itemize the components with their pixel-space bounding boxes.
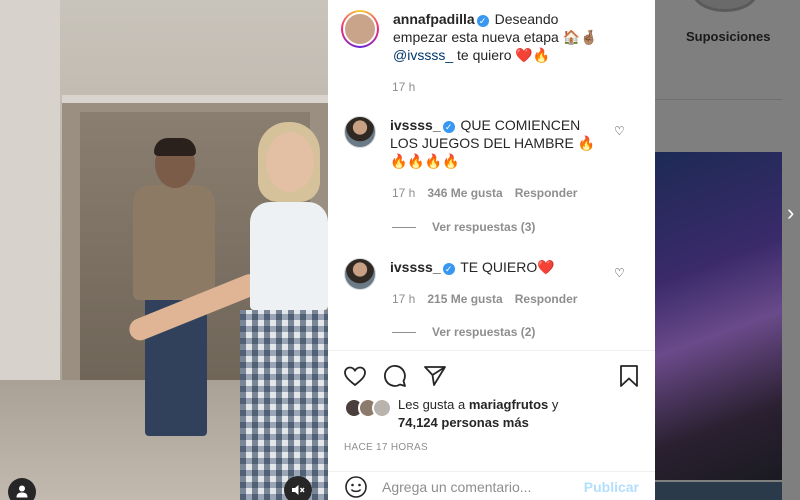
liker-username[interactable]: mariagfrutos <box>469 397 548 412</box>
comment-item: ivssss_ ✓ QUE COMIENCEN LOS JUEGOS DEL HA… <box>344 116 600 170</box>
comment-meta: 17 h 346 Me gusta Responder <box>392 186 577 200</box>
chevron-right-icon[interactable]: › <box>787 200 794 226</box>
comment-input[interactable] <box>382 478 584 495</box>
reply-button[interactable]: Responder <box>515 186 578 200</box>
post-thumbnail[interactable] <box>655 482 782 500</box>
verified-badge-icon: ✓ <box>476 15 489 27</box>
avatar[interactable] <box>372 398 392 418</box>
post-video[interactable] <box>0 0 328 500</box>
comments-list[interactable]: annafpadilla ✓ Deseando empezar esta nuev… <box>328 0 655 352</box>
suggestion-avatar[interactable] <box>692 0 758 12</box>
view-replies-button[interactable]: Ver respuestas (2) <box>392 325 535 339</box>
post-comment-button[interactable]: Publicar <box>584 479 639 495</box>
mute-button[interactable] <box>284 476 312 500</box>
view-replies-button[interactable]: Ver respuestas (3) <box>392 220 535 234</box>
comment-item: ivssss_ ✓ TE QUIERO❤️ <box>344 258 600 290</box>
comment-icon <box>384 365 406 387</box>
heart-icon <box>344 366 366 387</box>
comment-username[interactable]: ivssss_ <box>390 117 441 133</box>
verified-badge-icon: ✓ <box>442 121 455 133</box>
caption-username[interactable]: annafpadilla <box>393 11 475 27</box>
post-timestamp[interactable]: HACE 17 HORAS <box>344 442 428 453</box>
comment-username[interactable]: ivssss_ <box>390 259 441 275</box>
avatar[interactable] <box>341 10 379 48</box>
comment-button[interactable] <box>382 363 408 389</box>
tagged-users-button[interactable] <box>8 478 36 500</box>
bookmark-icon <box>620 365 638 387</box>
emoji-button[interactable] <box>344 475 368 499</box>
like-button[interactable] <box>342 363 368 389</box>
user-icon <box>16 485 28 498</box>
caption: annafpadilla ✓ Deseando empezar esta nuev… <box>341 10 603 64</box>
divider <box>655 99 782 100</box>
like-comment-icon[interactable]: ♡ <box>614 266 625 280</box>
post-actions: Les gusta a mariagfrutos y 74,124 person… <box>328 350 655 500</box>
avatar[interactable] <box>344 116 376 148</box>
post-detail-panel: annafpadilla ✓ Deseando empezar esta nuev… <box>328 0 655 500</box>
suggestions-label[interactable]: Suposiciones <box>686 29 771 44</box>
muted-speaker-icon <box>292 485 305 495</box>
comment-time[interactable]: 17 h <box>392 186 415 200</box>
caption-time[interactable]: 17 h <box>392 80 415 94</box>
likes-count[interactable]: 74,124 personas más <box>398 415 529 430</box>
smiley-icon <box>345 475 367 498</box>
comment-likes[interactable]: 346 Me gusta <box>427 186 502 200</box>
caption-text-end: te quiero ❤️🔥 <box>453 47 551 63</box>
post-thumbnail[interactable] <box>655 152 782 480</box>
comment-likes[interactable]: 215 Me gusta <box>427 292 502 306</box>
save-button[interactable] <box>616 363 642 389</box>
share-button[interactable] <box>422 363 448 389</box>
likes-summary: Les gusta a mariagfrutos y 74,124 person… <box>344 396 578 432</box>
paper-plane-icon <box>424 366 446 386</box>
avatar[interactable] <box>344 258 376 290</box>
comment-time[interactable]: 17 h <box>392 292 415 306</box>
add-comment-bar: Publicar <box>328 471 655 500</box>
verified-badge-icon: ✓ <box>442 263 455 275</box>
reply-button[interactable]: Responder <box>515 292 578 306</box>
comment-text: TE QUIERO❤️ <box>456 259 555 275</box>
comment-meta: 17 h 215 Me gusta Responder <box>392 292 577 306</box>
mention-link[interactable]: @ivssss_ <box>393 47 453 63</box>
like-comment-icon[interactable]: ♡ <box>614 124 625 138</box>
